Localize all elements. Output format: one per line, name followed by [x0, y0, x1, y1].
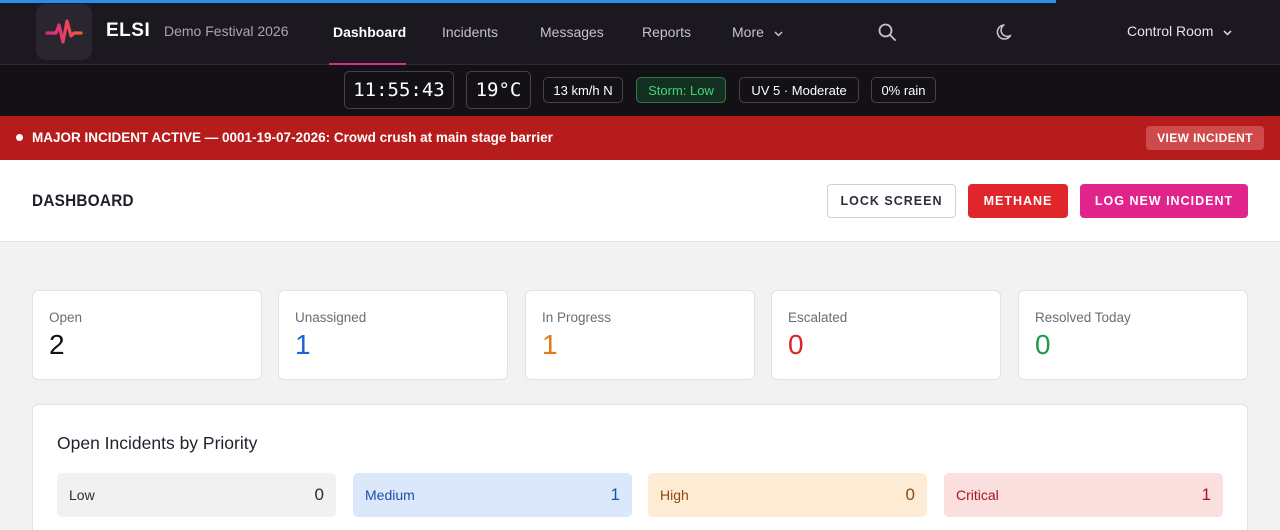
lock-screen-button[interactable]: LOCK SCREEN: [827, 184, 956, 218]
stat-value: 1: [542, 329, 558, 360]
priority-count: 1: [610, 485, 620, 504]
priority-label: Medium: [365, 487, 415, 503]
stat-card-open[interactable]: Open 2: [32, 290, 262, 380]
brand-name: ELSI: [106, 20, 151, 41]
loading-progress-bar: [0, 0, 1056, 3]
major-incident-banner: MAJOR INCIDENT ACTIVE — 0001-19-07-2026:…: [0, 116, 1280, 160]
stat-value: 0: [1035, 329, 1051, 360]
stat-label: Resolved Today: [1035, 310, 1131, 325]
chevron-down-icon: [1223, 30, 1232, 36]
priority-label: Low: [69, 487, 95, 503]
stat-label: In Progress: [542, 310, 612, 325]
page-title: DASHBOARD: [32, 191, 134, 210]
wind-badge: 13 km/h N: [543, 77, 623, 103]
nav-messages[interactable]: Messages: [540, 24, 604, 40]
priority-count: 0: [905, 485, 915, 504]
nav-more[interactable]: More: [732, 24, 783, 40]
priority-critical[interactable]: Critical 1: [944, 473, 1223, 517]
stat-card-unassigned[interactable]: Unassigned 1: [278, 290, 508, 380]
nav-incidents[interactable]: Incidents: [442, 24, 498, 40]
top-navbar: ELSI Demo Festival 2026 Dashboard Incide…: [0, 0, 1280, 65]
view-incident-button[interactable]: VIEW INCIDENT: [1146, 126, 1264, 150]
nav-more-label: More: [732, 24, 764, 40]
heartbeat-icon: [45, 19, 83, 44]
stat-label: Open: [49, 310, 83, 325]
log-new-incident-button[interactable]: LOG NEW INCIDENT: [1080, 184, 1248, 218]
control-room-label: Control Room: [1127, 23, 1214, 39]
storm-badge: Storm: Low: [636, 77, 726, 103]
priority-label: High: [660, 487, 689, 503]
control-room-menu[interactable]: Control Room: [1127, 23, 1232, 39]
stat-label: Unassigned: [295, 310, 367, 325]
priority-medium[interactable]: Medium 1: [353, 473, 632, 517]
conditions-strip: 11:55:43 19°C 13 km/h N Storm: Low UV 5 …: [0, 65, 1280, 116]
stat-card-escalated[interactable]: Escalated 0: [771, 290, 1001, 380]
page-header: DASHBOARD LOCK SCREEN METHANE LOG NEW IN…: [0, 160, 1280, 242]
chevron-down-icon: [774, 31, 783, 37]
app-logo[interactable]: [36, 4, 92, 60]
priority-count: 0: [314, 485, 324, 504]
alert-message: MAJOR INCIDENT ACTIVE — 0001-19-07-2026:…: [32, 130, 553, 145]
priority-low[interactable]: Low 0: [57, 473, 336, 517]
nav-dashboard[interactable]: Dashboard: [333, 24, 406, 40]
methane-button[interactable]: METHANE: [968, 184, 1068, 218]
panel-title: Open Incidents by Priority: [57, 433, 258, 453]
stat-card-resolved-today[interactable]: Resolved Today 0: [1018, 290, 1248, 380]
search-icon[interactable]: [877, 22, 897, 42]
stat-value: 1: [295, 329, 311, 360]
nav-reports[interactable]: Reports: [642, 24, 691, 40]
stat-card-in-progress[interactable]: In Progress 1: [525, 290, 755, 380]
uv-badge: UV 5 · Moderate: [739, 77, 859, 103]
stat-label: Escalated: [788, 310, 848, 325]
priority-high[interactable]: High 0: [648, 473, 927, 517]
temperature: 19°C: [466, 71, 531, 109]
priority-panel: Open Incidents by Priority Low 0 Medium …: [32, 404, 1248, 530]
clock: 11:55:43: [344, 71, 454, 109]
priority-label: Critical: [956, 487, 999, 503]
rain-badge: 0% rain: [871, 77, 936, 103]
stat-value: 0: [788, 329, 804, 360]
event-name: Demo Festival 2026: [164, 23, 289, 39]
alert-dot-icon: [16, 134, 23, 141]
moon-icon[interactable]: [996, 22, 1016, 42]
priority-count: 1: [1201, 485, 1211, 504]
stat-value: 2: [49, 329, 65, 360]
